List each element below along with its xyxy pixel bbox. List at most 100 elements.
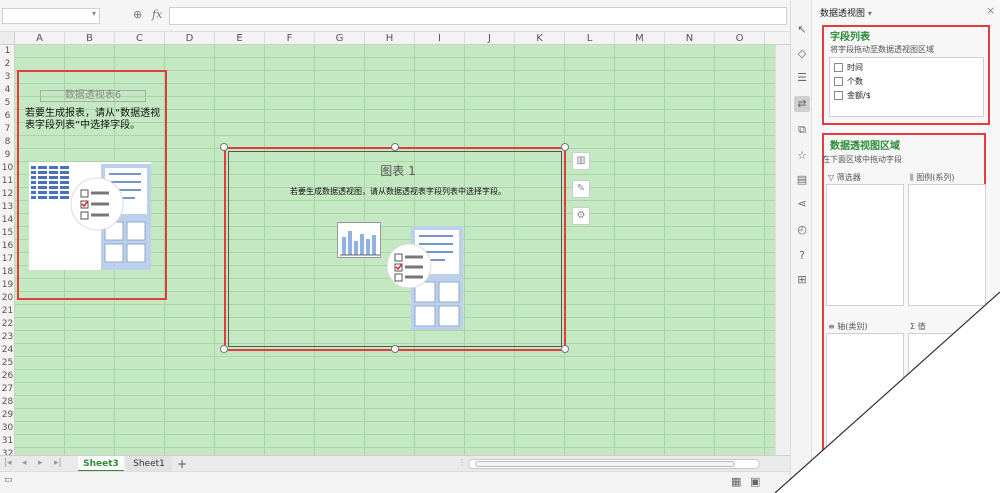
row-header[interactable]: 2 bbox=[0, 58, 14, 71]
row-header[interactable]: 22 bbox=[0, 318, 14, 331]
column-header[interactable]: M bbox=[615, 32, 665, 45]
row-header[interactable]: 15 bbox=[0, 227, 14, 240]
pivot-chart-placeholder[interactable]: 图表 1 若要生成数据透视图，请从数据透视表字段列表中选择字段。 bbox=[224, 147, 566, 351]
history-icon[interactable]: ◴ bbox=[794, 222, 810, 238]
row-header[interactable]: 12 bbox=[0, 188, 14, 201]
row-header[interactable]: 11 bbox=[0, 175, 14, 188]
prev-sheet-icon[interactable]: ◂ bbox=[22, 458, 27, 468]
values-drop-zone[interactable] bbox=[908, 333, 986, 493]
row-header[interactable]: 17 bbox=[0, 253, 14, 266]
row-header[interactable]: 20 bbox=[0, 292, 14, 305]
row-header[interactable]: 10 bbox=[0, 162, 14, 175]
horizontal-scrollbar[interactable] bbox=[468, 459, 760, 469]
resize-handle-top-right[interactable] bbox=[561, 143, 569, 151]
resize-handle-bottom[interactable] bbox=[391, 345, 399, 353]
row-header[interactable]: 30 bbox=[0, 422, 14, 435]
name-box[interactable]: ▾ bbox=[2, 8, 100, 24]
row-header[interactable]: 26 bbox=[0, 370, 14, 383]
page-layout-view-icon[interactable]: ▣ bbox=[750, 475, 760, 488]
apps-grid-icon[interactable]: ⊞ bbox=[794, 272, 810, 288]
pivot-table-placeholder[interactable]: 数据透视表6 若要生成报表，请从“数据透视表字段列表”中选择字段。 bbox=[17, 70, 167, 300]
row-header[interactable]: 5 bbox=[0, 97, 14, 110]
checkbox[interactable] bbox=[834, 77, 843, 86]
first-sheet-icon[interactable]: |◂ bbox=[4, 458, 12, 468]
legend-drop-zone[interactable] bbox=[908, 184, 986, 306]
column-header[interactable]: C bbox=[115, 32, 165, 45]
column-header[interactable]: E bbox=[215, 32, 265, 45]
help-icon[interactable]: ? bbox=[794, 248, 810, 264]
last-sheet-icon[interactable]: ▸| bbox=[54, 458, 62, 468]
row-header[interactable]: 24 bbox=[0, 344, 14, 357]
select-pointer-icon[interactable]: ↖ bbox=[794, 22, 810, 38]
column-header[interactable]: G bbox=[315, 32, 365, 45]
inbox-icon[interactable]: ▤ bbox=[794, 172, 810, 188]
favorites-star-icon[interactable]: ☆ bbox=[794, 148, 810, 164]
chart-area[interactable]: 图表 1 若要生成数据透视图，请从数据透视表字段列表中选择字段。 bbox=[228, 151, 562, 347]
properties-sliders-icon[interactable]: ☰ bbox=[794, 70, 810, 86]
row-header[interactable]: 25 bbox=[0, 357, 14, 370]
row-header[interactable]: 4 bbox=[0, 84, 14, 97]
row-header[interactable]: 29 bbox=[0, 409, 14, 422]
field-item-time[interactable]: 时间 bbox=[834, 62, 863, 73]
sheet-tab-sheet1[interactable]: Sheet1 bbox=[126, 456, 172, 472]
chart-title[interactable]: 图表 1 bbox=[229, 162, 567, 179]
column-header[interactable]: A bbox=[15, 32, 65, 45]
row-header[interactable]: 28 bbox=[0, 396, 14, 409]
resize-handle-bottom-right[interactable] bbox=[561, 345, 569, 353]
close-icon[interactable]: × bbox=[986, 4, 995, 17]
row-header[interactable]: 1 bbox=[0, 45, 14, 58]
fx-icon[interactable]: fx bbox=[152, 8, 162, 21]
data-source-icon[interactable]: ⧉ bbox=[794, 122, 810, 138]
column-header[interactable]: L bbox=[565, 32, 615, 45]
row-header[interactable]: 31 bbox=[0, 435, 14, 448]
tab-split-handle-icon[interactable]: ⋮ bbox=[458, 458, 466, 467]
resize-handle-top-left[interactable] bbox=[220, 143, 228, 151]
row-header[interactable]: 9 bbox=[0, 149, 14, 162]
chevron-down-icon[interactable]: ▾ bbox=[868, 9, 872, 18]
shapes-icon[interactable]: ◇ bbox=[794, 46, 810, 62]
select-all-corner[interactable] bbox=[0, 32, 15, 45]
chart-settings-gear-icon[interactable]: ⚙ bbox=[572, 207, 590, 225]
zoom-icon[interactable]: ⊕ bbox=[133, 8, 142, 21]
row-header[interactable]: 3 bbox=[0, 71, 14, 84]
sheet-tab-sheet3[interactable]: Sheet3 bbox=[78, 456, 124, 472]
formula-input[interactable] bbox=[169, 7, 787, 25]
row-header[interactable]: 32 bbox=[0, 448, 14, 455]
share-icon[interactable]: ⋖ bbox=[794, 196, 810, 212]
normal-view-icon[interactable]: ▦ bbox=[731, 475, 741, 488]
column-header[interactable]: B bbox=[65, 32, 115, 45]
checkbox[interactable] bbox=[834, 63, 843, 72]
row-header[interactable]: 14 bbox=[0, 214, 14, 227]
resize-handle-bottom-left[interactable] bbox=[220, 345, 228, 353]
panel-title[interactable]: 数据透视图 ▾ bbox=[820, 6, 872, 19]
vertical-scrollbar[interactable] bbox=[775, 45, 790, 455]
row-header[interactable]: 23 bbox=[0, 331, 14, 344]
column-header[interactable]: I bbox=[415, 32, 465, 45]
column-header[interactable]: F bbox=[265, 32, 315, 45]
checkbox[interactable] bbox=[834, 91, 843, 100]
chevron-down-icon[interactable]: ▾ bbox=[92, 9, 96, 18]
add-sheet-button[interactable]: + bbox=[174, 456, 190, 472]
row-header[interactable]: 21 bbox=[0, 305, 14, 318]
column-header[interactable]: O bbox=[715, 32, 765, 45]
axis-drop-zone[interactable] bbox=[826, 333, 904, 493]
resize-handle-top[interactable] bbox=[391, 143, 399, 151]
row-header[interactable]: 27 bbox=[0, 383, 14, 396]
row-header[interactable]: 8 bbox=[0, 136, 14, 149]
row-header[interactable]: 19 bbox=[0, 279, 14, 292]
field-item-amount[interactable]: 金额/$ bbox=[834, 90, 871, 101]
row-header[interactable]: 16 bbox=[0, 240, 14, 253]
column-header[interactable]: K bbox=[515, 32, 565, 45]
horizontal-scroll-thumb[interactable] bbox=[475, 461, 735, 467]
column-header[interactable]: N bbox=[665, 32, 715, 45]
row-header[interactable]: 6 bbox=[0, 110, 14, 123]
row-header[interactable]: 7 bbox=[0, 123, 14, 136]
row-header[interactable]: 18 bbox=[0, 266, 14, 279]
chart-style-brush-icon[interactable]: ✎ bbox=[572, 180, 590, 198]
field-item-count[interactable]: 个数 bbox=[834, 76, 863, 87]
column-header[interactable]: D bbox=[165, 32, 215, 45]
column-header[interactable]: H bbox=[365, 32, 415, 45]
chart-elements-icon[interactable]: ▥ bbox=[572, 152, 590, 170]
column-header[interactable]: J bbox=[465, 32, 515, 45]
row-header[interactable]: 13 bbox=[0, 201, 14, 214]
